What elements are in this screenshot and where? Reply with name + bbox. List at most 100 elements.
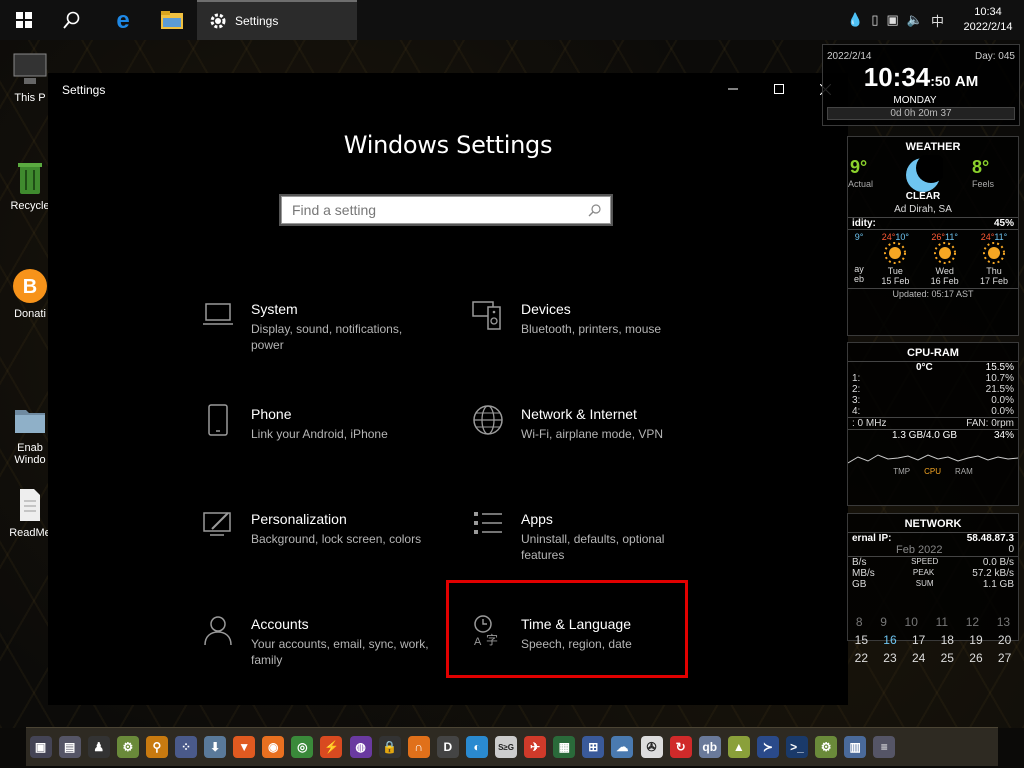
widget-ampm: AM bbox=[954, 73, 979, 90]
calendar-day-today[interactable]: 16 bbox=[883, 633, 896, 647]
brave-icon[interactable]: ▼ bbox=[233, 736, 256, 758]
file-explorer-taskbar-button[interactable] bbox=[148, 0, 196, 40]
drop-icon[interactable]: 💧 bbox=[847, 12, 863, 28]
tile-phone[interactable]: Phone Link your Android, iPhone bbox=[202, 404, 442, 484]
edge-icon: e bbox=[116, 9, 129, 31]
firefox-icon[interactable]: ◉ bbox=[262, 736, 285, 758]
core-value: 21.5% bbox=[985, 384, 1014, 395]
search-button[interactable] bbox=[48, 0, 96, 40]
widget-title: NETWORK bbox=[904, 518, 962, 530]
settings-taskbar-button[interactable]: Settings bbox=[197, 0, 357, 40]
dock-app-icon[interactable]: ✇ bbox=[640, 736, 663, 758]
weather-condition: CLEAR bbox=[905, 191, 941, 202]
forecast-date: eb bbox=[853, 274, 864, 284]
edge-taskbar-button[interactable]: e bbox=[99, 0, 147, 40]
tor-icon[interactable]: ◍ bbox=[349, 736, 372, 758]
minimize-button[interactable] bbox=[710, 73, 756, 105]
dock-app-icon[interactable]: ♟ bbox=[87, 736, 110, 758]
bitcoin-icon: B bbox=[12, 268, 48, 304]
maximize-button[interactable] bbox=[756, 73, 802, 105]
forecast-lo: 11° bbox=[944, 232, 958, 242]
calendar-day[interactable]: 24 bbox=[912, 651, 925, 665]
forecast-day: 24°10° Tue 15 Feb bbox=[873, 232, 917, 286]
folder-icon bbox=[161, 11, 183, 29]
widget-time: 10:34 bbox=[863, 62, 931, 92]
calendar-day[interactable]: 15 bbox=[855, 633, 868, 647]
dock-app-icon[interactable]: ⬇ bbox=[204, 736, 227, 758]
dock-app-icon[interactable]: ▣ bbox=[29, 736, 52, 758]
start-button[interactable] bbox=[0, 0, 48, 40]
calendar-day[interactable]: 10 bbox=[905, 615, 918, 629]
dock-app-icon[interactable]: ◐ bbox=[465, 736, 488, 758]
dock-app-icon[interactable]: ↻ bbox=[669, 736, 692, 758]
calendar-day[interactable]: 22 bbox=[855, 651, 868, 665]
calendar-day[interactable]: 9 bbox=[880, 615, 887, 629]
calendar-day[interactable]: 13 bbox=[997, 615, 1010, 629]
month-label: Feb 2022 bbox=[896, 544, 943, 556]
dock-app-icon[interactable]: ⁘ bbox=[175, 736, 198, 758]
dock-app-icon[interactable]: ☁ bbox=[611, 736, 634, 758]
terminal-icon[interactable]: >_ bbox=[785, 736, 808, 758]
bottom-dock: ▣ ▤ ♟ ⚙ ⚲ ⁘ ⬇ ▼ ◉ ◎ ⚡ ◍ 🔒 ∩ D ◐ S≥G ✈ ▦ … bbox=[26, 727, 998, 766]
dock-app-icon[interactable]: ▦ bbox=[553, 736, 576, 758]
tile-apps[interactable]: Apps Uninstall, defaults, optional featu… bbox=[472, 509, 712, 589]
search-icon bbox=[63, 11, 80, 29]
forecast-hi: 24° bbox=[980, 232, 995, 242]
dock-app-icon[interactable]: ▤ bbox=[58, 736, 81, 758]
input-language-indicator[interactable]: 中 bbox=[931, 11, 944, 30]
taskbar-clock[interactable]: 10:34 2022/2/14 bbox=[952, 5, 1024, 35]
search-icon[interactable]: ⚲ bbox=[145, 736, 168, 758]
qbittorrent-icon[interactable]: qb bbox=[698, 736, 721, 758]
actual-temp: 9° bbox=[850, 157, 868, 177]
calendar-day[interactable]: 23 bbox=[883, 651, 896, 665]
calendar-day[interactable]: 18 bbox=[941, 633, 954, 647]
dock-app-icon[interactable]: ✈ bbox=[524, 736, 547, 758]
network-icon[interactable]: ▣ bbox=[887, 12, 899, 28]
net-right: 1.1 GB bbox=[982, 579, 1014, 590]
gear-icon[interactable]: ⚙ bbox=[116, 736, 139, 758]
calendar-day[interactable]: 26 bbox=[969, 651, 982, 665]
volume-icon[interactable]: 🔈 bbox=[907, 12, 923, 28]
tile-network-internet[interactable]: Network & Internet Wi-Fi, airplane mode,… bbox=[472, 404, 712, 484]
ram-percent: 34% bbox=[993, 430, 1014, 441]
calendar-day[interactable]: 8 bbox=[856, 615, 863, 629]
sun-icon bbox=[982, 242, 1005, 264]
desktop-icon-label: Donati bbox=[14, 308, 46, 320]
calendar-day[interactable]: 25 bbox=[941, 651, 954, 665]
search-input[interactable] bbox=[282, 197, 582, 223]
tile-accounts[interactable]: Accounts Your accounts, email, sync, wor… bbox=[202, 614, 442, 694]
tile-description: Link your Android, iPhone bbox=[251, 427, 388, 441]
calendar-day[interactable]: 11 bbox=[936, 615, 948, 629]
widget-seconds: :50 bbox=[930, 73, 951, 89]
network-icon[interactable]: ⊞ bbox=[582, 736, 605, 758]
calendar-widget: 8 9 10 11 12 13 15 16 17 18 19 20 22 23 24 25 26 27 bbox=[847, 615, 1019, 665]
tile-description: Your accounts, email, sync, work, family bbox=[251, 637, 429, 667]
settings-sliders-icon[interactable]: ≡ bbox=[873, 736, 896, 758]
tile-devices[interactable]: Devices Bluetooth, printers, mouse bbox=[472, 299, 712, 379]
calendar-day[interactable]: 27 bbox=[998, 651, 1011, 665]
tile-system[interactable]: System Display, sound, notifications, po… bbox=[202, 299, 442, 379]
calendar-day[interactable]: 20 bbox=[998, 633, 1011, 647]
tile-personalization[interactable]: Personalization Background, lock screen,… bbox=[202, 509, 442, 589]
dock-app-icon[interactable]: ∩ bbox=[407, 736, 430, 758]
dock-app-icon[interactable]: ▲ bbox=[727, 736, 750, 758]
calendar-day[interactable]: 17 bbox=[912, 633, 925, 647]
highlight-box bbox=[446, 580, 688, 678]
search-box[interactable] bbox=[279, 194, 613, 226]
gear-icon[interactable]: ⚙ bbox=[815, 736, 838, 758]
usb-icon[interactable]: ▯ bbox=[871, 12, 878, 28]
net-left: GB bbox=[852, 579, 867, 590]
widget-uptime: 0d 0h 20m 37 bbox=[827, 107, 1015, 120]
dock-app-icon[interactable]: D bbox=[436, 736, 459, 758]
calendar-day[interactable]: 19 bbox=[969, 633, 982, 647]
actual-label: Actual bbox=[848, 179, 874, 189]
dock-app-icon[interactable]: S≥G bbox=[495, 736, 518, 758]
desktop-icon-label: This P bbox=[14, 92, 46, 104]
chrome-icon[interactable]: ◎ bbox=[291, 736, 314, 758]
forecast-lo: 10° bbox=[895, 232, 909, 242]
calendar-day[interactable]: 12 bbox=[966, 615, 979, 629]
lock-icon[interactable]: 🔒 bbox=[378, 736, 401, 758]
control-panel-icon[interactable]: ▥ bbox=[844, 736, 867, 758]
dock-app-icon[interactable]: ⚡ bbox=[320, 736, 343, 758]
powershell-icon[interactable]: ≻ bbox=[756, 736, 779, 758]
